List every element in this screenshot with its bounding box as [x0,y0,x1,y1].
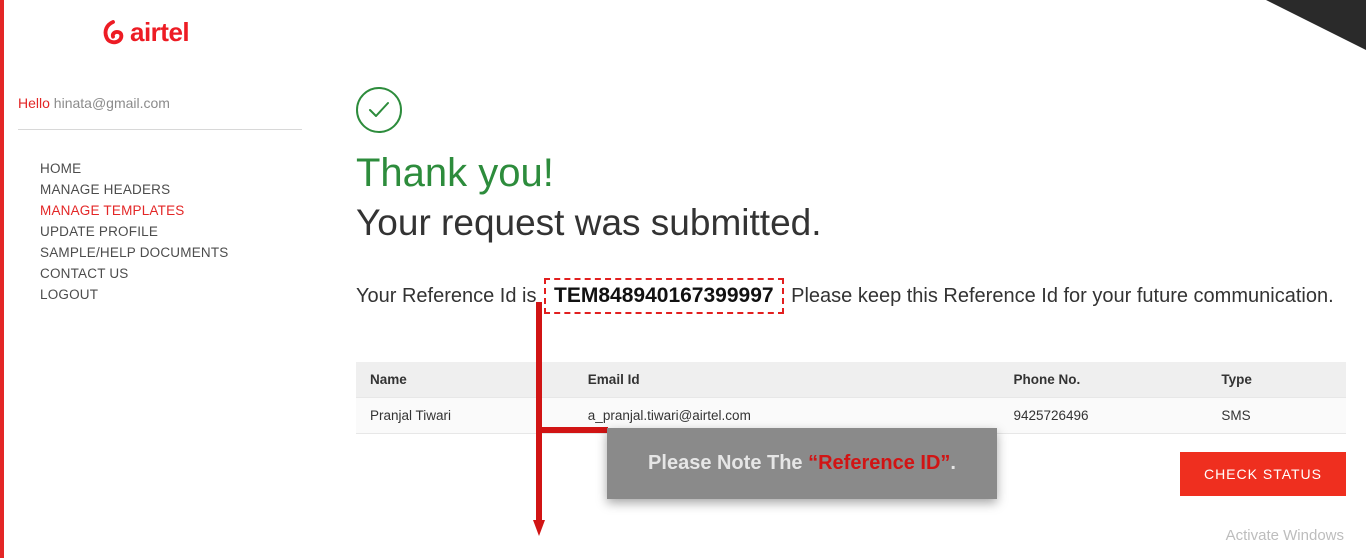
reference-id: TEM848940167399997 [544,278,784,314]
table-header-row: Name Email Id Phone No. Type [356,362,1346,398]
cell-phone: 9425726496 [999,398,1207,434]
reference-suffix: Please keep this Reference Id for your f… [786,285,1334,307]
col-header-phone: Phone No. [999,362,1207,398]
sidebar-item-home[interactable]: HOME [40,158,302,179]
annotation-note-suffix: . [950,452,956,474]
submission-table: Name Email Id Phone No. Type Pranjal Tiw… [356,362,1346,434]
annotation-note-prefix: Please Note The [648,452,808,474]
user-email: hinata@gmail.com [54,95,170,111]
cell-name: Pranjal Tiwari [356,398,574,434]
col-header-name: Name [356,362,574,398]
brand-name: airtel [130,17,189,48]
header: airtel [0,0,1366,65]
success-check-icon [356,87,402,133]
col-header-email: Email Id [574,362,1000,398]
left-accent-border [0,0,4,558]
sidebar-item-manage-templates[interactable]: MANAGE TEMPLATES [40,200,302,221]
sidebar-item-update-profile[interactable]: UPDATE PROFILE [40,221,302,242]
sidebar-item-contact-us[interactable]: CONTACT US [40,263,302,284]
reference-prefix: Your Reference Id is [356,285,536,307]
sidebar-nav: HOME MANAGE HEADERS MANAGE TEMPLATES UPD… [18,158,302,305]
greeting-prefix: Hello [18,95,50,111]
sidebar-item-logout[interactable]: LOGOUT [40,284,302,305]
cell-type: SMS [1207,398,1346,434]
sidebar: Hello hinata@gmail.com HOME MANAGE HEADE… [0,65,320,558]
col-header-type: Type [1207,362,1346,398]
sidebar-item-sample-help-documents[interactable]: SAMPLE/HELP DOCUMENTS [40,242,302,263]
brand-logo[interactable]: airtel [100,17,189,48]
reference-line: Your Reference Id is TEM848940167399997 … [356,278,1346,314]
annotation-note-highlight: “Reference ID” [808,452,950,474]
corner-decoration [1266,0,1366,50]
airtel-swirl-icon [100,19,126,47]
check-status-button[interactable]: CHECK STATUS [1180,452,1346,496]
thank-you-heading: Thank you! [356,151,1346,196]
annotation-callout: Please Note The “Reference ID”. [607,428,997,499]
submitted-subheading: Your request was submitted. [356,202,1346,244]
user-greeting: Hello hinata@gmail.com [18,95,302,130]
sidebar-item-manage-headers[interactable]: MANAGE HEADERS [40,179,302,200]
